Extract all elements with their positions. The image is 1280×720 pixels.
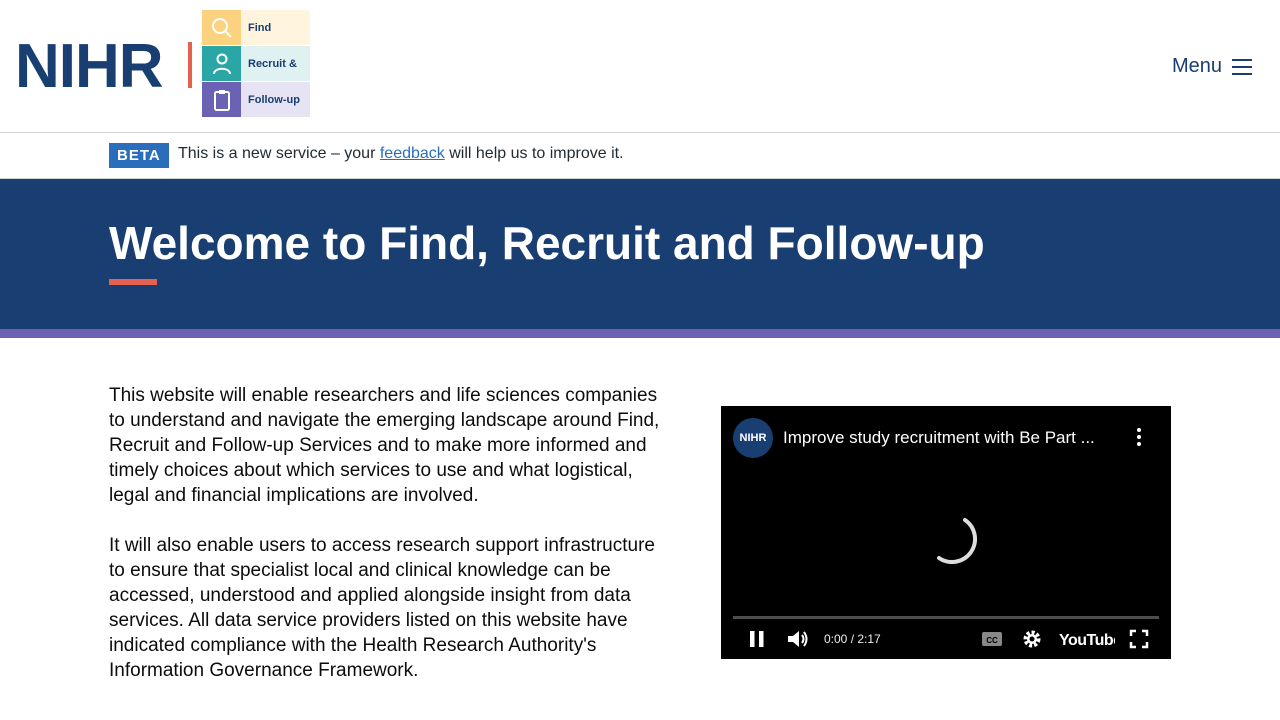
progress-bar[interactable] [733, 616, 1159, 619]
intro-text: This website will enable researchers and… [109, 383, 669, 708]
page-title: Welcome to Find, Recruit and Follow-up [109, 217, 985, 269]
beta-message: This is a new service – your feedback wi… [178, 145, 624, 163]
beta-text-after: will help us to improve it. [444, 145, 624, 162]
channel-avatar[interactable]: NIHR [733, 418, 773, 458]
beta-tag: BETA [109, 143, 169, 168]
person-icon [202, 46, 241, 81]
clipboard-icon [202, 82, 241, 117]
hero-stripe [0, 329, 1280, 338]
logo-row-label: Find [241, 10, 310, 45]
fullscreen-icon[interactable] [1128, 628, 1150, 650]
intro-paragraph: This website will enable researchers and… [109, 385, 660, 506]
volume-icon[interactable] [786, 628, 810, 650]
logo-row-recruit: Recruit & [202, 46, 310, 81]
logo-row-find: Find [202, 10, 310, 45]
pause-icon[interactable] [747, 628, 767, 650]
player-controls: 0:00 / 2:17 CC YouTube [721, 624, 1171, 654]
beta-banner: BETA This is a new service – your feedba… [0, 133, 1280, 179]
logo-divider [188, 42, 192, 88]
hero-banner: Welcome to Find, Recruit and Follow-up [0, 179, 1280, 329]
captions-icon[interactable]: CC [981, 628, 1003, 650]
title-accent-bar [109, 279, 157, 285]
nihr-logo[interactable]: NIHR [15, 36, 164, 98]
video-time: 0:00 / 2:17 [824, 632, 881, 646]
site-header: NIHR Find Recruit & Follow-up Menu [0, 0, 1280, 133]
loading-spinner-icon [937, 518, 977, 564]
hamburger-icon [1232, 58, 1252, 75]
menu-label: Menu [1171, 55, 1222, 77]
svg-text:YouTube: YouTube [1059, 632, 1115, 649]
svg-text:CC: CC [986, 636, 998, 645]
intro-paragraph: It will also enable users to access rese… [109, 535, 655, 681]
logo-row-label: Follow-up [241, 82, 310, 117]
youtube-logo-icon[interactable]: YouTube [1059, 628, 1115, 650]
settings-gear-icon[interactable] [1021, 628, 1043, 650]
logo-row-follow-up: Follow-up [202, 82, 310, 117]
feedback-link[interactable]: feedback [380, 145, 445, 162]
search-icon [202, 10, 241, 45]
more-options-icon[interactable] [1137, 428, 1141, 446]
logo-row-label: Recruit & [241, 46, 310, 81]
find-recruit-follow-up-logo[interactable]: Find Recruit & Follow-up [202, 10, 310, 117]
youtube-video-player[interactable]: NIHR Improve study recruitment with Be P… [721, 406, 1171, 659]
beta-text-before: This is a new service – your [178, 145, 380, 162]
video-title[interactable]: Improve study recruitment with Be Part .… [783, 428, 1113, 448]
menu-button[interactable]: Menu [1172, 55, 1252, 78]
